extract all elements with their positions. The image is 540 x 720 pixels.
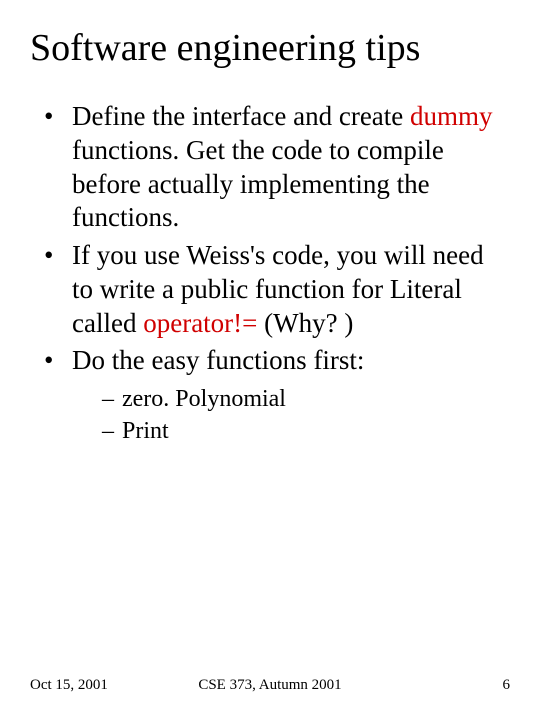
bullet-text-post: functions. Get the code to compile befor…	[72, 135, 444, 233]
bullet-item: If you use Weiss's code, you will need t…	[44, 239, 510, 340]
footer-course: CSE 373, Autumn 2001	[198, 677, 341, 694]
slide: Software engineering tips Define the int…	[0, 0, 540, 720]
sub-bullet-item: zero. Polynomial	[102, 384, 510, 414]
bullet-item: Do the easy functions first: zero. Polyn…	[44, 344, 510, 446]
bullet-text-pre: Define the interface and create	[72, 101, 410, 131]
sub-bullet-item: Print	[102, 416, 510, 446]
bullet-text-red: dummy	[410, 101, 493, 131]
bullet-text-pre: Do the easy functions first:	[72, 345, 364, 375]
bullet-list: Define the interface and create dummy fu…	[44, 100, 510, 446]
sub-bullet-list: zero. Polynomial Print	[102, 384, 510, 446]
bullet-item: Define the interface and create dummy fu…	[44, 100, 510, 235]
footer-date: Oct 15, 2001	[30, 677, 108, 694]
slide-footer: Oct 15, 2001 CSE 373, Autumn 2001 6	[0, 677, 540, 694]
bullet-text-post: (Why? )	[257, 308, 353, 338]
bullet-text-red: operator!=	[143, 308, 257, 338]
slide-title: Software engineering tips	[30, 20, 510, 70]
footer-page-number: 6	[503, 677, 511, 694]
